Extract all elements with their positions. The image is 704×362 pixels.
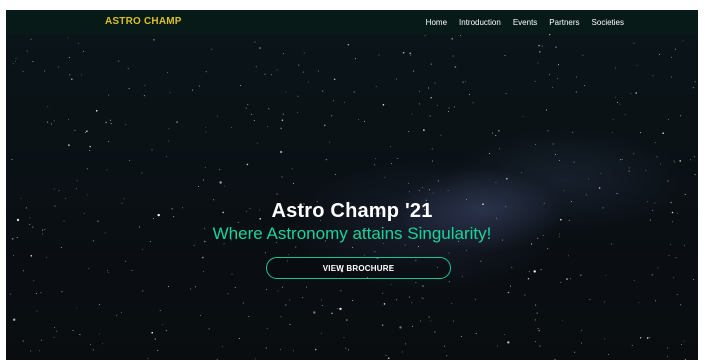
hero-tagline: Where Astronomy attains Singularity!	[212, 224, 492, 243]
page-frame: ASTRO CHAMP Home Introduction Events Par…	[6, 10, 698, 360]
nav-link-events[interactable]: Events	[513, 18, 537, 27]
top-navbar: ASTRO CHAMP Home Introduction Events Par…	[6, 10, 698, 34]
hero-section: Astro Champ '21 Where Astronomy attains …	[6, 10, 698, 360]
hero-title: Astro Champ '21	[271, 200, 433, 222]
view-brochure-button[interactable]: VIEW BROCHURE	[266, 257, 451, 279]
site-logo[interactable]: ASTRO CHAMP	[105, 14, 182, 30]
nav-link-societies[interactable]: Societies	[592, 18, 624, 27]
nav-link-partners[interactable]: Partners	[549, 18, 579, 27]
nav-link-introduction[interactable]: Introduction	[459, 18, 501, 27]
nav-link-home[interactable]: Home	[426, 18, 447, 27]
nav-links: Home Introduction Events Partners Societ…	[426, 10, 624, 34]
